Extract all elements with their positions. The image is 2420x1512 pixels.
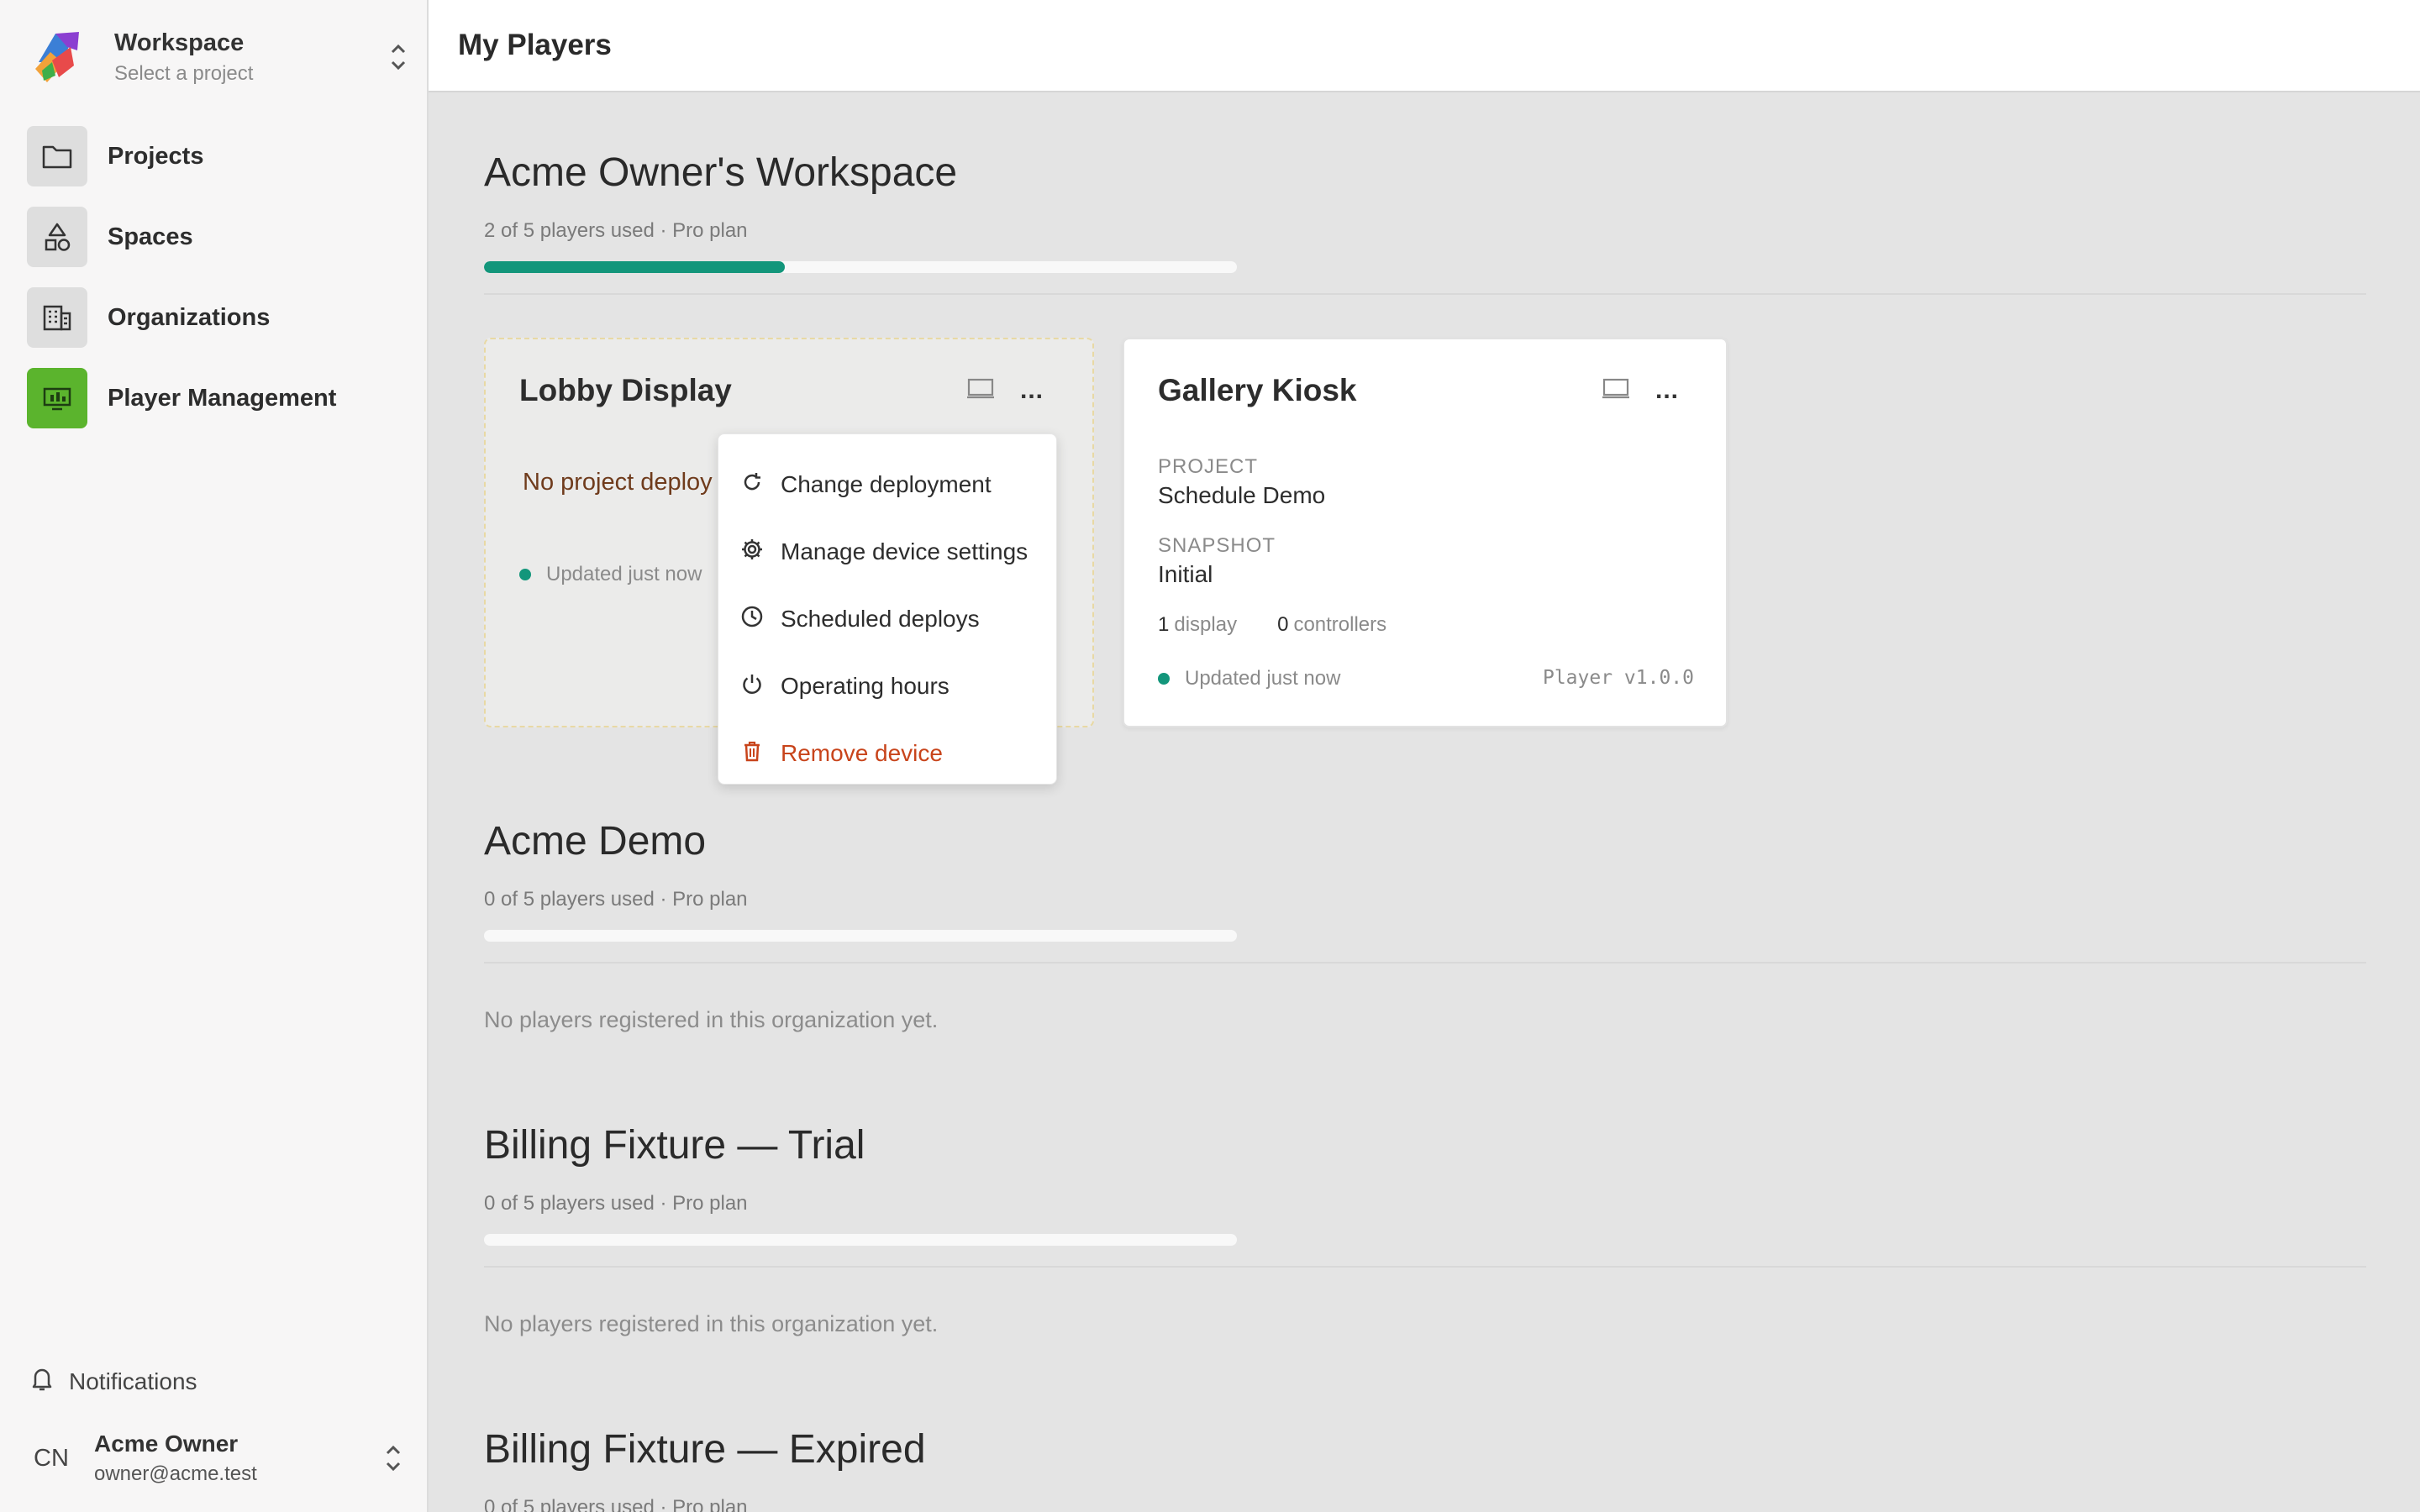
project-value: Schedule Demo: [1158, 482, 1326, 508]
sidebar-nav: Projects Spaces Organizations Player Man…: [27, 126, 405, 449]
displays-count: 1: [1158, 613, 1170, 636]
page-title: My Players: [458, 29, 612, 61]
status-dot: [1158, 673, 1170, 685]
trash-icon: [740, 739, 764, 769]
bell-icon: [30, 1366, 54, 1397]
player-name: Lobby Display: [519, 373, 732, 407]
workspace-title: Workspace: [114, 29, 245, 56]
app-logo: [30, 29, 87, 86]
org-section: Billing Fixture — Trial 0 of 5 players u…: [484, 1122, 2366, 1337]
controllers-count: 0: [1277, 613, 1289, 636]
section-usage: 0 of 5 players used · Pro plan: [484, 1192, 748, 1215]
avatar: CN: [34, 1444, 69, 1472]
section-usage: 2 of 5 players used · Pro plan: [484, 219, 748, 242]
sidebar-item-projects[interactable]: Projects: [27, 126, 405, 186]
top-bar: My Players: [429, 0, 2420, 92]
player-card[interactable]: Gallery Kiosk ... PROJECT Schedule Demo …: [1123, 338, 1728, 727]
menu-item-label: Remove device: [781, 740, 943, 766]
section-divider: [484, 1266, 2366, 1268]
notifications-label: Notifications: [69, 1368, 197, 1394]
no-deployment-text: No project deploy: [523, 469, 713, 496]
player-icon: [27, 368, 87, 428]
section-title: Acme Demo: [484, 819, 707, 864]
shapes-icon: [27, 207, 87, 267]
player-status: Updated just now: [1158, 667, 1340, 690]
sidebar: Workspace Select a project Projects Spac…: [0, 0, 429, 1512]
status-text: Updated just now: [546, 563, 702, 585]
player-version: Player v1.0.0: [1542, 667, 1694, 689]
refresh-icon: [740, 470, 764, 500]
section-title: Acme Owner's Workspace: [484, 150, 958, 195]
project-label: PROJECT: [1158, 455, 1259, 478]
folder-icon: [27, 126, 87, 186]
notifications-link[interactable]: Notifications: [30, 1366, 197, 1397]
section-title: Billing Fixture — Trial: [484, 1123, 865, 1168]
gear-icon: [740, 538, 764, 567]
workspace-subtitle: Select a project: [114, 61, 254, 85]
snapshot-label: SNAPSHOT: [1158, 534, 1276, 557]
menu-item-label: Operating hours: [781, 673, 950, 699]
usage-progress-bar: [484, 930, 1237, 942]
sidebar-item-player-management[interactable]: Player Management: [27, 368, 405, 428]
org-section: Acme Demo 0 of 5 players used · Pro plan…: [484, 818, 2366, 1033]
section-divider: [484, 293, 2366, 295]
chevron-up-down-icon[interactable]: [383, 1440, 403, 1477]
snapshot-value: Initial: [1158, 561, 1213, 587]
chevron-up-down-icon[interactable]: [388, 39, 408, 76]
workspace-switcher[interactable]: Workspace Select a project: [30, 25, 408, 89]
menu-item-change-deployment[interactable]: Change deployment: [718, 451, 1056, 518]
device-menu: Change deployment Manage device settings…: [718, 433, 1057, 785]
org-section: Billing Fixture — Expired 0 of 5 players…: [484, 1426, 2366, 1512]
sidebar-item-organizations[interactable]: Organizations: [27, 287, 405, 348]
sidebar-item-label: Projects: [108, 142, 204, 170]
section-usage: 0 of 5 players used · Pro plan: [484, 1496, 748, 1512]
player-name: Gallery Kiosk: [1158, 373, 1357, 407]
display-icon: [966, 378, 995, 400]
power-icon: [740, 672, 764, 701]
empty-message: No players registered in this organizati…: [484, 1311, 939, 1336]
display-icon: [1602, 378, 1630, 400]
menu-item-label: Scheduled deploys: [781, 606, 980, 632]
menu-item-operating-hours[interactable]: Operating hours: [718, 653, 1056, 720]
sidebar-item-label: Organizations: [108, 303, 271, 331]
displays-label: display: [1174, 613, 1238, 636]
more-menu-button[interactable]: ...: [1655, 378, 1679, 403]
section-usage: 0 of 5 players used · Pro plan: [484, 888, 748, 911]
menu-item-remove-device[interactable]: Remove device: [718, 720, 1056, 787]
more-menu-button[interactable]: ...: [1020, 378, 1044, 403]
section-divider: [484, 962, 2366, 963]
menu-item-label: Manage device settings: [781, 538, 1028, 564]
building-icon: [27, 287, 87, 348]
clock-icon: [740, 605, 764, 634]
user-name: Acme Owner: [94, 1431, 239, 1457]
status-dot: [519, 569, 531, 580]
menu-item-scheduled-deploys[interactable]: Scheduled deploys: [718, 585, 1056, 653]
user-email: owner@acme.test: [94, 1462, 257, 1485]
empty-message: No players registered in this organizati…: [484, 1007, 939, 1032]
device-counts: 1 display 0 controllers: [1158, 613, 1386, 637]
usage-progress-fill: [484, 261, 786, 273]
menu-item-manage-settings[interactable]: Manage device settings: [718, 518, 1056, 585]
usage-progress-bar: [484, 261, 1237, 273]
player-status: Updated just now: [519, 563, 702, 586]
status-text: Updated just now: [1185, 667, 1341, 690]
sidebar-item-label: Spaces: [108, 223, 193, 250]
usage-progress-bar: [484, 1234, 1237, 1246]
menu-item-label: Change deployment: [781, 471, 992, 497]
section-title: Billing Fixture — Expired: [484, 1427, 926, 1472]
user-menu[interactable]: CN Acme Owner owner@acme.test: [34, 1426, 403, 1490]
org-section: Acme Owner's Workspace 2 of 5 players us…: [484, 150, 2366, 295]
sidebar-item-spaces[interactable]: Spaces: [27, 207, 405, 267]
sidebar-item-label: Player Management: [108, 384, 337, 412]
controllers-label: controllers: [1293, 613, 1387, 636]
